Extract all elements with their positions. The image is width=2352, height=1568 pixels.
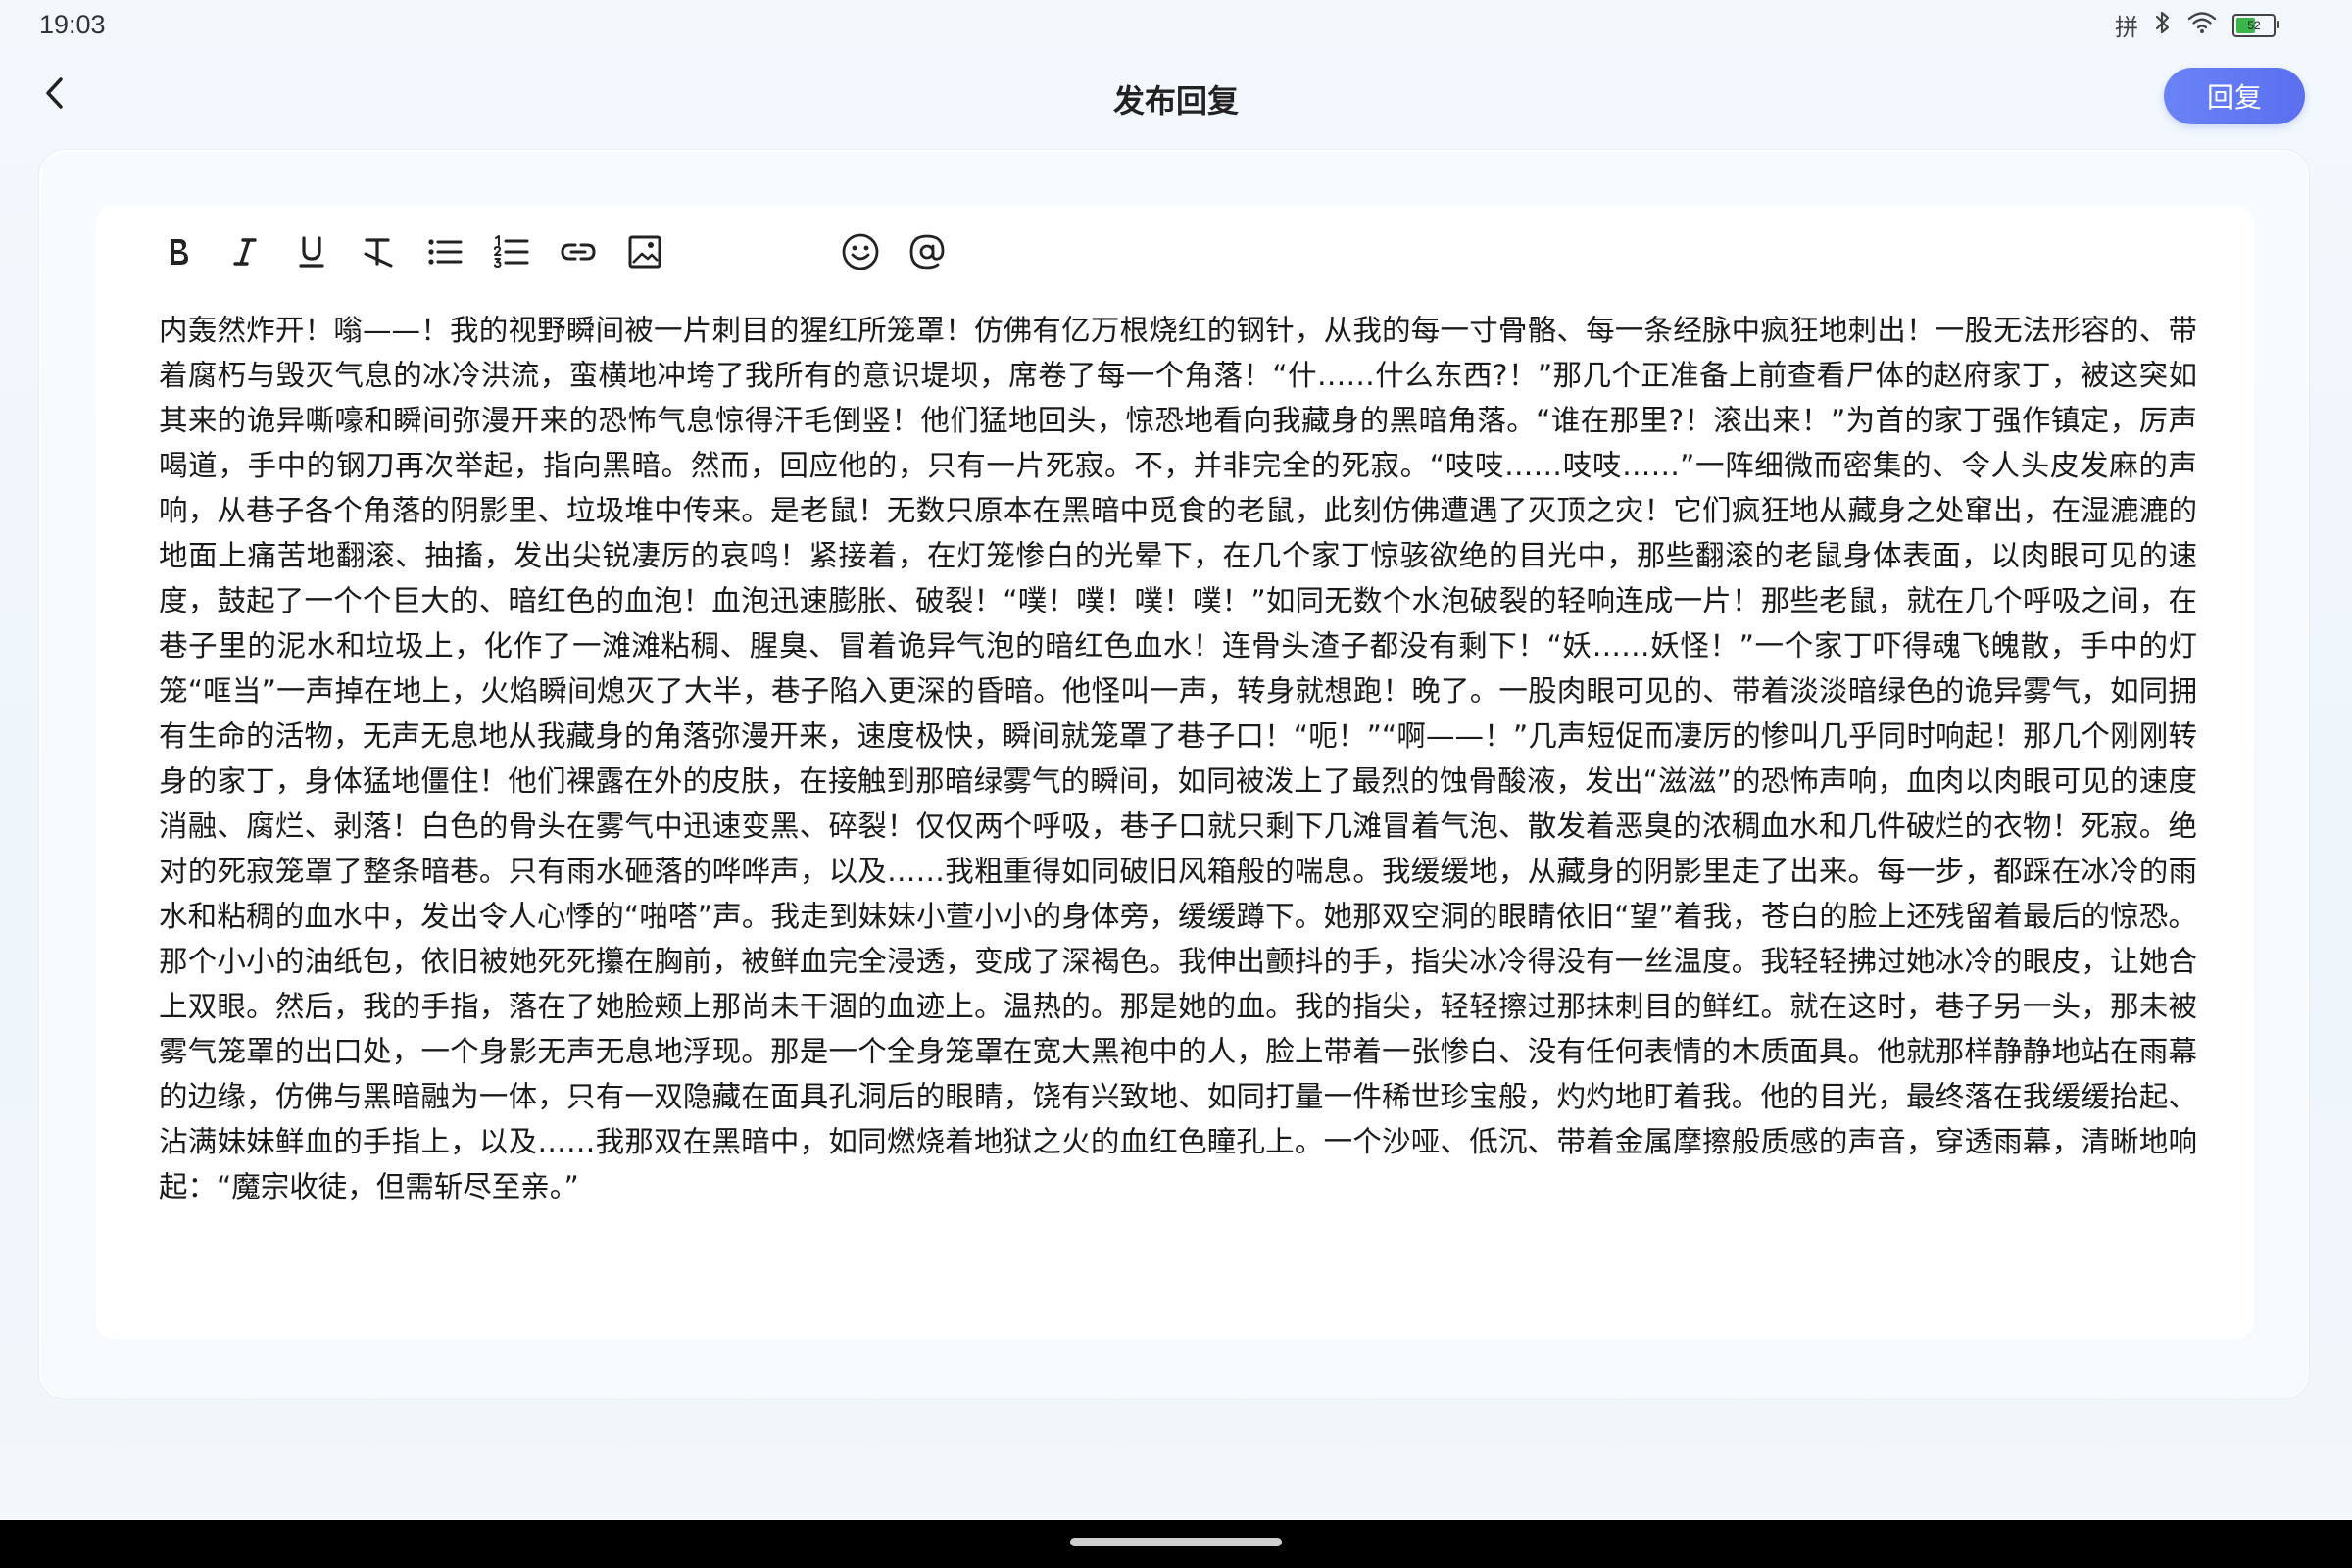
ime-indicator: 拼 (2115, 14, 2138, 41)
image-icon (628, 235, 662, 269)
bullet-list-icon (428, 239, 463, 265)
emoji-icon (842, 233, 879, 270)
reply-content-editor[interactable]: 内轰然炸开！嗡——！我的视野瞬间被一片刺目的猩红所笼罩！仿佛有亿万根烧红的钢针，… (159, 308, 2197, 1209)
italic-button[interactable] (221, 228, 269, 275)
page-title: 发布回复 (1112, 82, 1239, 120)
status-time: 19:03 (39, 10, 106, 39)
clear-format-icon (364, 238, 393, 268)
bold-button[interactable] (155, 228, 202, 275)
numbered-list-icon (494, 235, 529, 268)
link-button[interactable] (555, 228, 602, 275)
reply-button[interactable]: 回复 (2164, 68, 2305, 124)
italic-icon (233, 238, 257, 266)
home-indicator[interactable] (1070, 1538, 1282, 1546)
emoji-button[interactable] (837, 228, 884, 275)
bluetooth-icon (2154, 10, 2172, 41)
numbered-list-button[interactable] (488, 228, 535, 275)
status-bar: 19:03 拼 52 (0, 0, 2352, 49)
battery-icon: 52 (2232, 13, 2279, 37)
battery-level: 52 (2247, 18, 2261, 32)
underline-button[interactable] (288, 228, 335, 275)
underline-icon (299, 236, 324, 268)
wifi-icon (2187, 11, 2217, 40)
bold-icon (171, 239, 188, 265)
image-button[interactable] (621, 228, 668, 275)
mention-icon (909, 234, 945, 270)
link-icon (561, 243, 596, 261)
status-icons: 拼 52 (2115, 8, 2279, 42)
editor-card: 内轰然炸开！嗡——！我的视野瞬间被一片刺目的猩红所笼罩！仿佛有亿万根烧红的钢针，… (96, 206, 2254, 1339)
formatting-toolbar (155, 227, 970, 276)
clear-format-button[interactable] (355, 228, 402, 275)
navigation-bar (0, 1520, 2352, 1568)
header: 发布回复 回复 (0, 49, 2352, 147)
bullet-list-button[interactable] (421, 228, 468, 275)
mention-button[interactable] (904, 228, 951, 275)
